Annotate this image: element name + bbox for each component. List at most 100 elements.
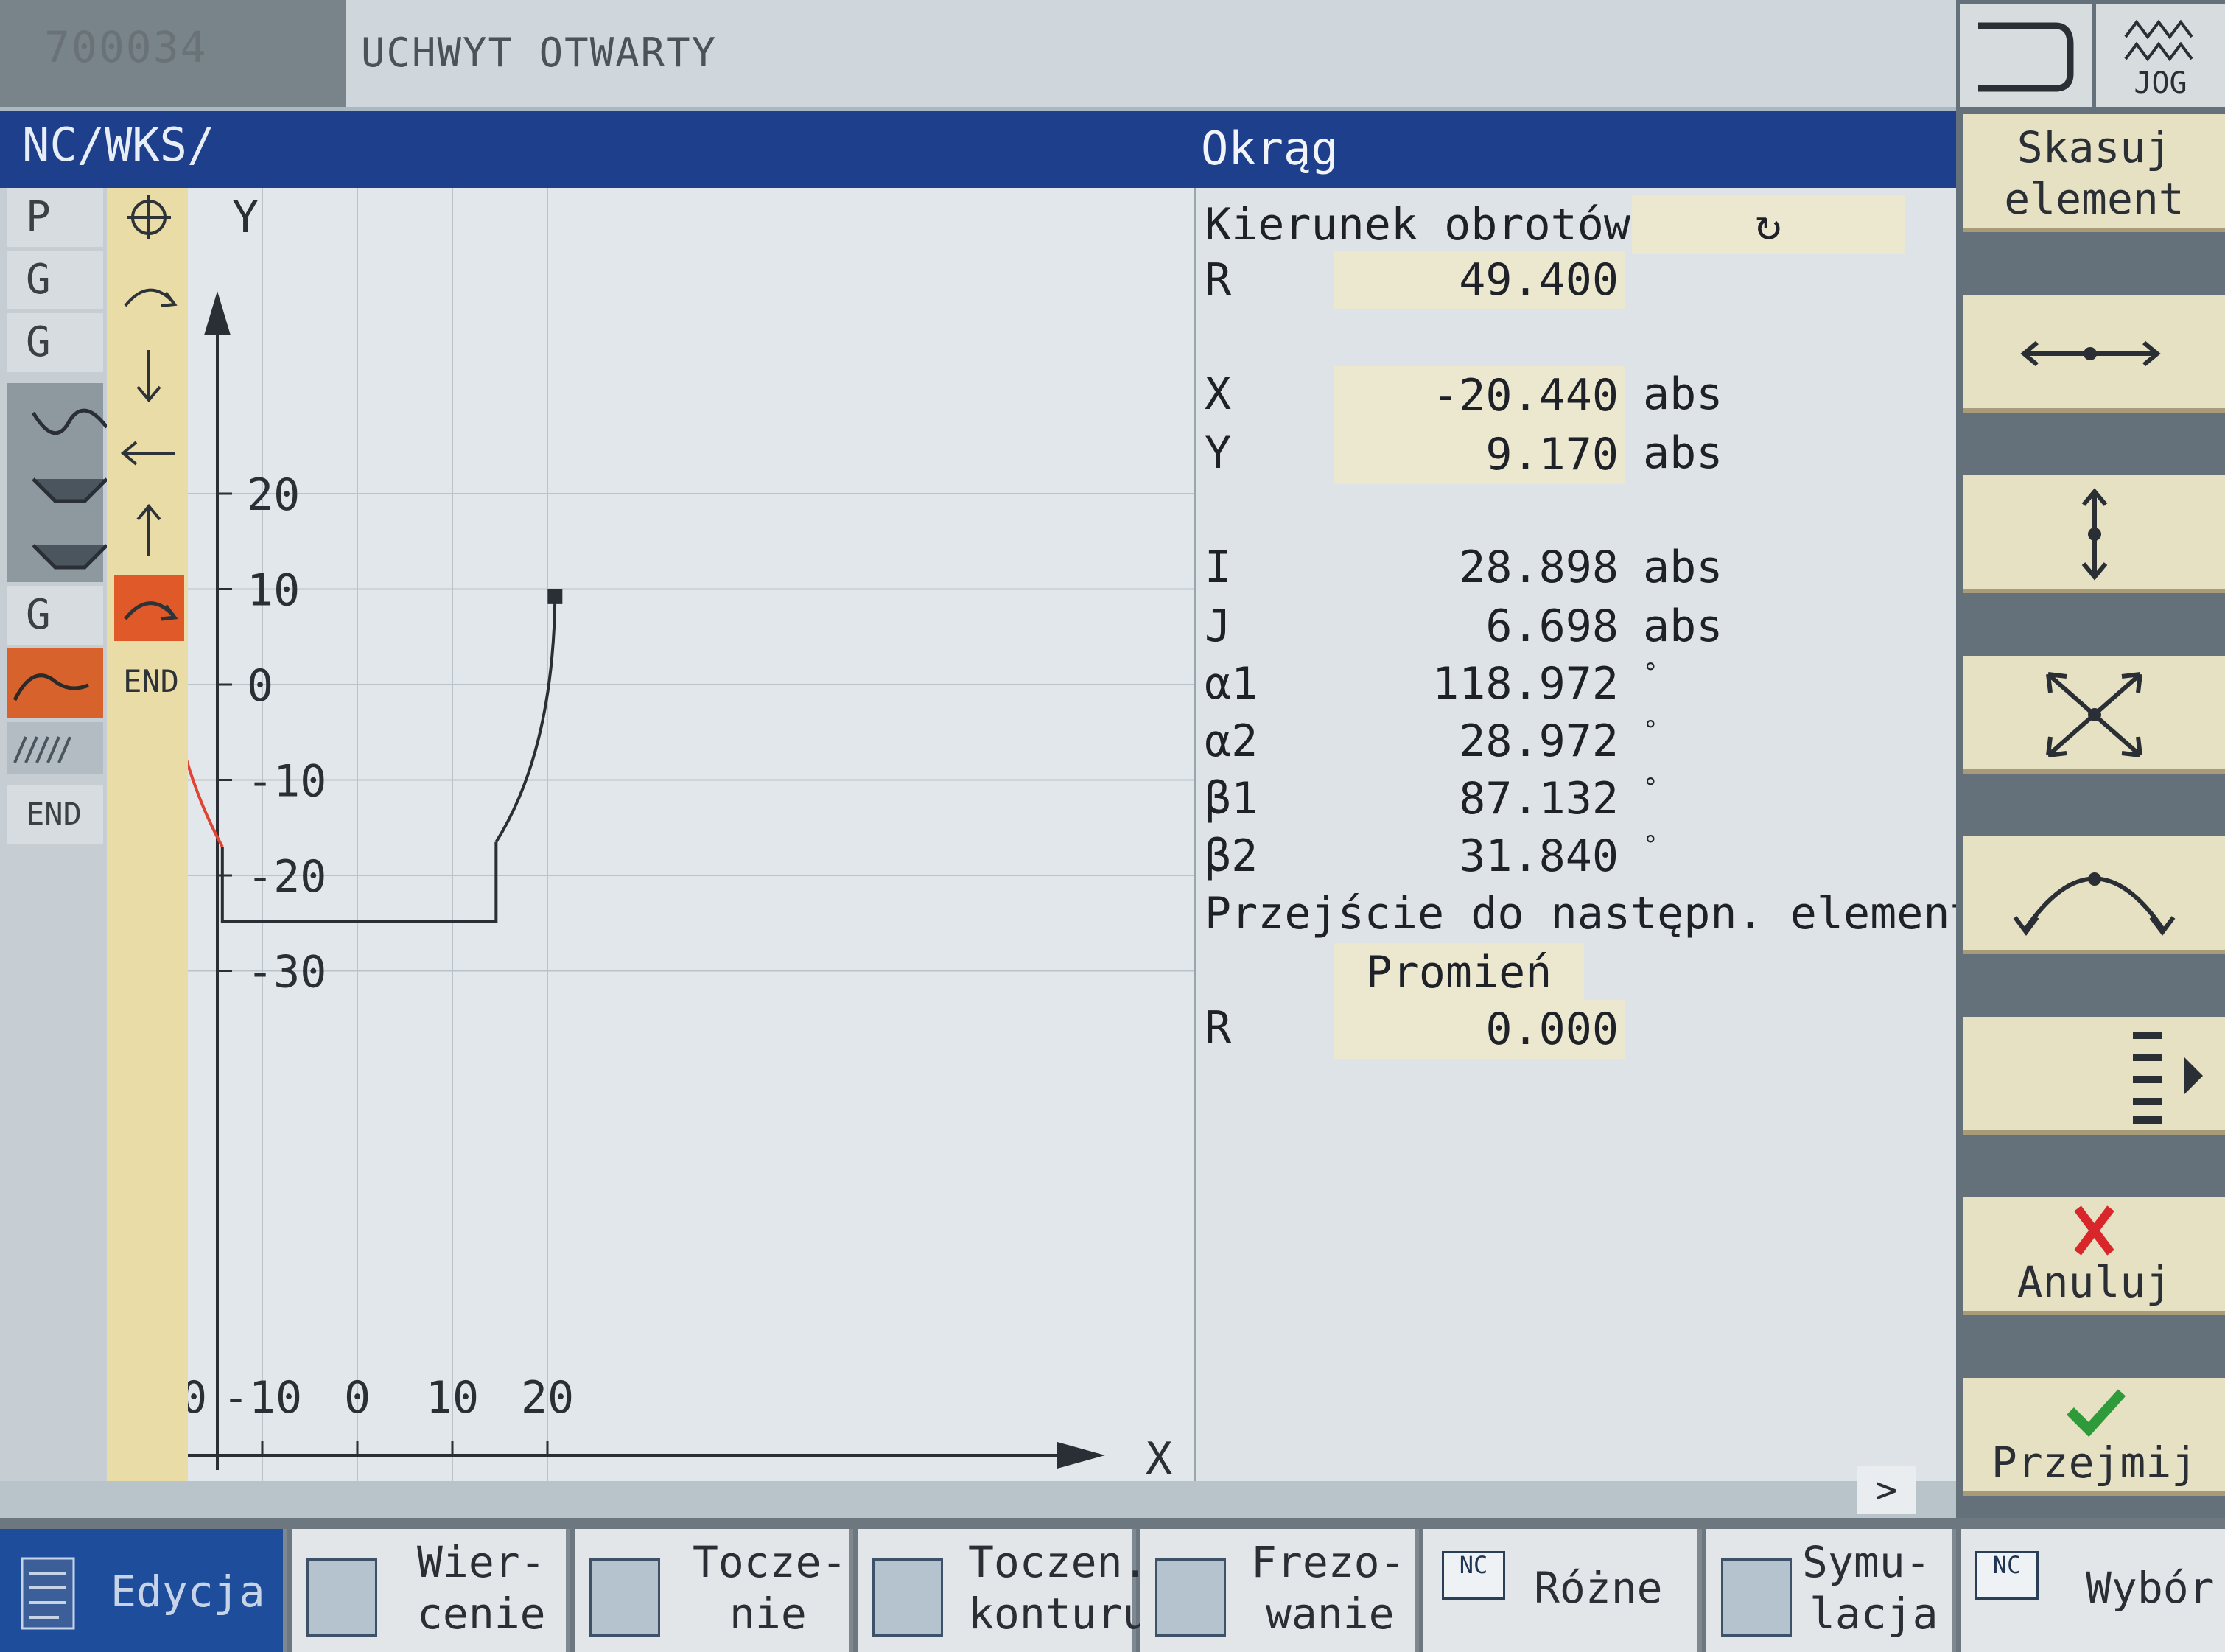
x-axis-label: X (1146, 1433, 1172, 1481)
jog-mode-button[interactable]: JOG (2096, 4, 2225, 107)
y-tick-label: 0 (247, 660, 273, 712)
simulation-button[interactable]: Symu- lacja (1706, 1529, 1956, 1652)
y-axis-arrow (204, 291, 231, 335)
drilling-label-1: Wier- (417, 1537, 546, 1587)
rotation-direction-label: Kierunek obrotów (1205, 199, 1630, 251)
radius-label: R (1205, 254, 1232, 306)
transition-type-field[interactable]: Promień (1334, 943, 1584, 1002)
alpha2-value: 28.972 (1459, 715, 1619, 767)
turning-icon (589, 1558, 660, 1637)
horizontal-arrows-icon (2020, 340, 2161, 367)
tangent-button[interactable] (1963, 656, 2225, 774)
misc-label: Różne (1534, 1563, 1663, 1613)
milling-button[interactable]: Frezo- wanie (1140, 1529, 1419, 1652)
y-label: Y (1205, 427, 1232, 479)
x-tick-label: 10 (426, 1372, 479, 1424)
y-tick-label: 20 (247, 469, 300, 521)
simulation-label-2: lacja (1809, 1589, 1938, 1639)
arrow-down-icon[interactable] (114, 343, 184, 409)
beta2-value: 31.840 (1459, 830, 1619, 882)
more-parameters-button[interactable] (1963, 1017, 2225, 1135)
misc-button[interactable]: NC Różne (1423, 1529, 1702, 1652)
drilling-button[interactable]: Wier- cenie (292, 1529, 570, 1652)
tree-contour-group[interactable] (7, 383, 119, 582)
edit-button[interactable]: Edycja (0, 1529, 287, 1652)
beta1-unit: ° (1643, 773, 1658, 802)
tree-item-hatch[interactable] (7, 722, 103, 774)
cancel-icon (2074, 1205, 2114, 1256)
select-button[interactable]: NC Wybór (1961, 1529, 2225, 1652)
title-bar (0, 111, 1956, 188)
transition-label: Przejście do następn. elementu (1205, 888, 2003, 939)
turning-label-2: nie (729, 1589, 807, 1639)
cancel-button[interactable]: Anuluj (1963, 1197, 2225, 1315)
arc-active-icon[interactable] (114, 575, 184, 641)
x-unit[interactable]: abs (1643, 368, 1723, 420)
reset-button[interactable] (1960, 4, 2092, 107)
arrow-up-icon[interactable] (114, 497, 184, 564)
accept-button[interactable]: Przejmij (1963, 1378, 2225, 1496)
tree-item-arc-active[interactable] (7, 648, 103, 718)
x-field[interactable]: -20.440 (1334, 366, 1625, 425)
milling-icon (1155, 1558, 1226, 1637)
checkmark-icon (2067, 1389, 2126, 1438)
alpha2-label: α2 (1205, 715, 1258, 767)
j-value: 6.698 (1485, 601, 1619, 652)
element-list-end[interactable]: END (111, 663, 192, 699)
y-tick-label: -30 (247, 947, 326, 998)
arc-select-icon (2013, 872, 2176, 936)
turning-button[interactable]: Tocze- nie (575, 1529, 853, 1652)
milling-label-1: Frezo- (1251, 1537, 1406, 1587)
more-softkeys-button[interactable]: > (1857, 1466, 1916, 1514)
arrow-left-icon[interactable] (114, 420, 184, 486)
j-label: J (1205, 601, 1232, 652)
x-axis-arrow (1057, 1442, 1105, 1469)
alpha2-unit: ° (1643, 715, 1658, 745)
y-axis-label: Y (232, 192, 259, 243)
contour-turning-label-2: konturu (968, 1589, 1149, 1639)
mirror-horizontal-button[interactable] (1963, 295, 2225, 413)
tree-item-p[interactable]: P (7, 188, 103, 247)
y-field[interactable]: 9.170 (1334, 425, 1625, 484)
radius-field[interactable]: 49.400 (1334, 251, 1625, 309)
x-label: X (1205, 368, 1232, 420)
diagonal-arrows-icon (2046, 672, 2142, 757)
contour-turning-button[interactable]: Toczen. konturu (858, 1529, 1148, 1652)
cancel-label: Anuluj (2016, 1257, 2172, 1307)
hatch-icon (13, 736, 71, 763)
y-unit[interactable]: abs (1643, 427, 1723, 479)
rotation-direction-toggle[interactable]: ↻ (1632, 195, 1905, 254)
x-tick-label: 20 (521, 1372, 574, 1424)
contour-turning-label-1: Toczen. (968, 1537, 1149, 1587)
tree-item-g3[interactable]: G (7, 586, 103, 645)
mirror-vertical-button[interactable] (1963, 475, 2225, 593)
contour-turning-icon (872, 1558, 943, 1637)
x-tick-label: -10 (222, 1372, 302, 1424)
alpha1-value: 118.972 (1432, 658, 1619, 710)
milling-label-2: wanie (1266, 1589, 1395, 1639)
contour-plot: 20 10 0 -10 -20 -30 -20 -10 0 10 20 Y X (188, 188, 1194, 1481)
beta1-value: 87.132 (1459, 773, 1619, 825)
arc-cw-icon[interactable] (114, 262, 184, 328)
contour-right-arc (494, 596, 557, 843)
y-tick-label: -20 (247, 851, 326, 903)
contour-graphic: 20 10 0 -10 -20 -30 -20 -10 0 10 20 Y X (188, 188, 1194, 1481)
alternative-arc-button[interactable] (1963, 836, 2225, 954)
i-label: I (1205, 542, 1232, 593)
transition-radius-field[interactable]: 0.000 (1334, 1000, 1625, 1059)
y-tick-label: 10 (247, 565, 300, 617)
tree-item-g2[interactable]: G (7, 313, 103, 372)
tree-item-end[interactable]: END (7, 785, 103, 844)
status-message: UCHWYT OTWARTY (361, 29, 718, 76)
delete-element-button[interactable]: Skasuj element (1963, 114, 2225, 232)
origin-icon[interactable] (114, 184, 184, 251)
x-tick-label: 0 (344, 1372, 371, 1424)
select-label: Wybór (2086, 1563, 2215, 1613)
tree-item-g1[interactable]: G (7, 251, 103, 309)
program-number: 700034 (44, 22, 208, 72)
turning-label-1: Tocze- (693, 1537, 847, 1587)
nc-misc-icon: NC (1442, 1551, 1505, 1600)
vertical-arrows-icon (2081, 488, 2108, 581)
jog-icon (2124, 19, 2193, 62)
program-path: NC/WKS/ (22, 118, 215, 172)
